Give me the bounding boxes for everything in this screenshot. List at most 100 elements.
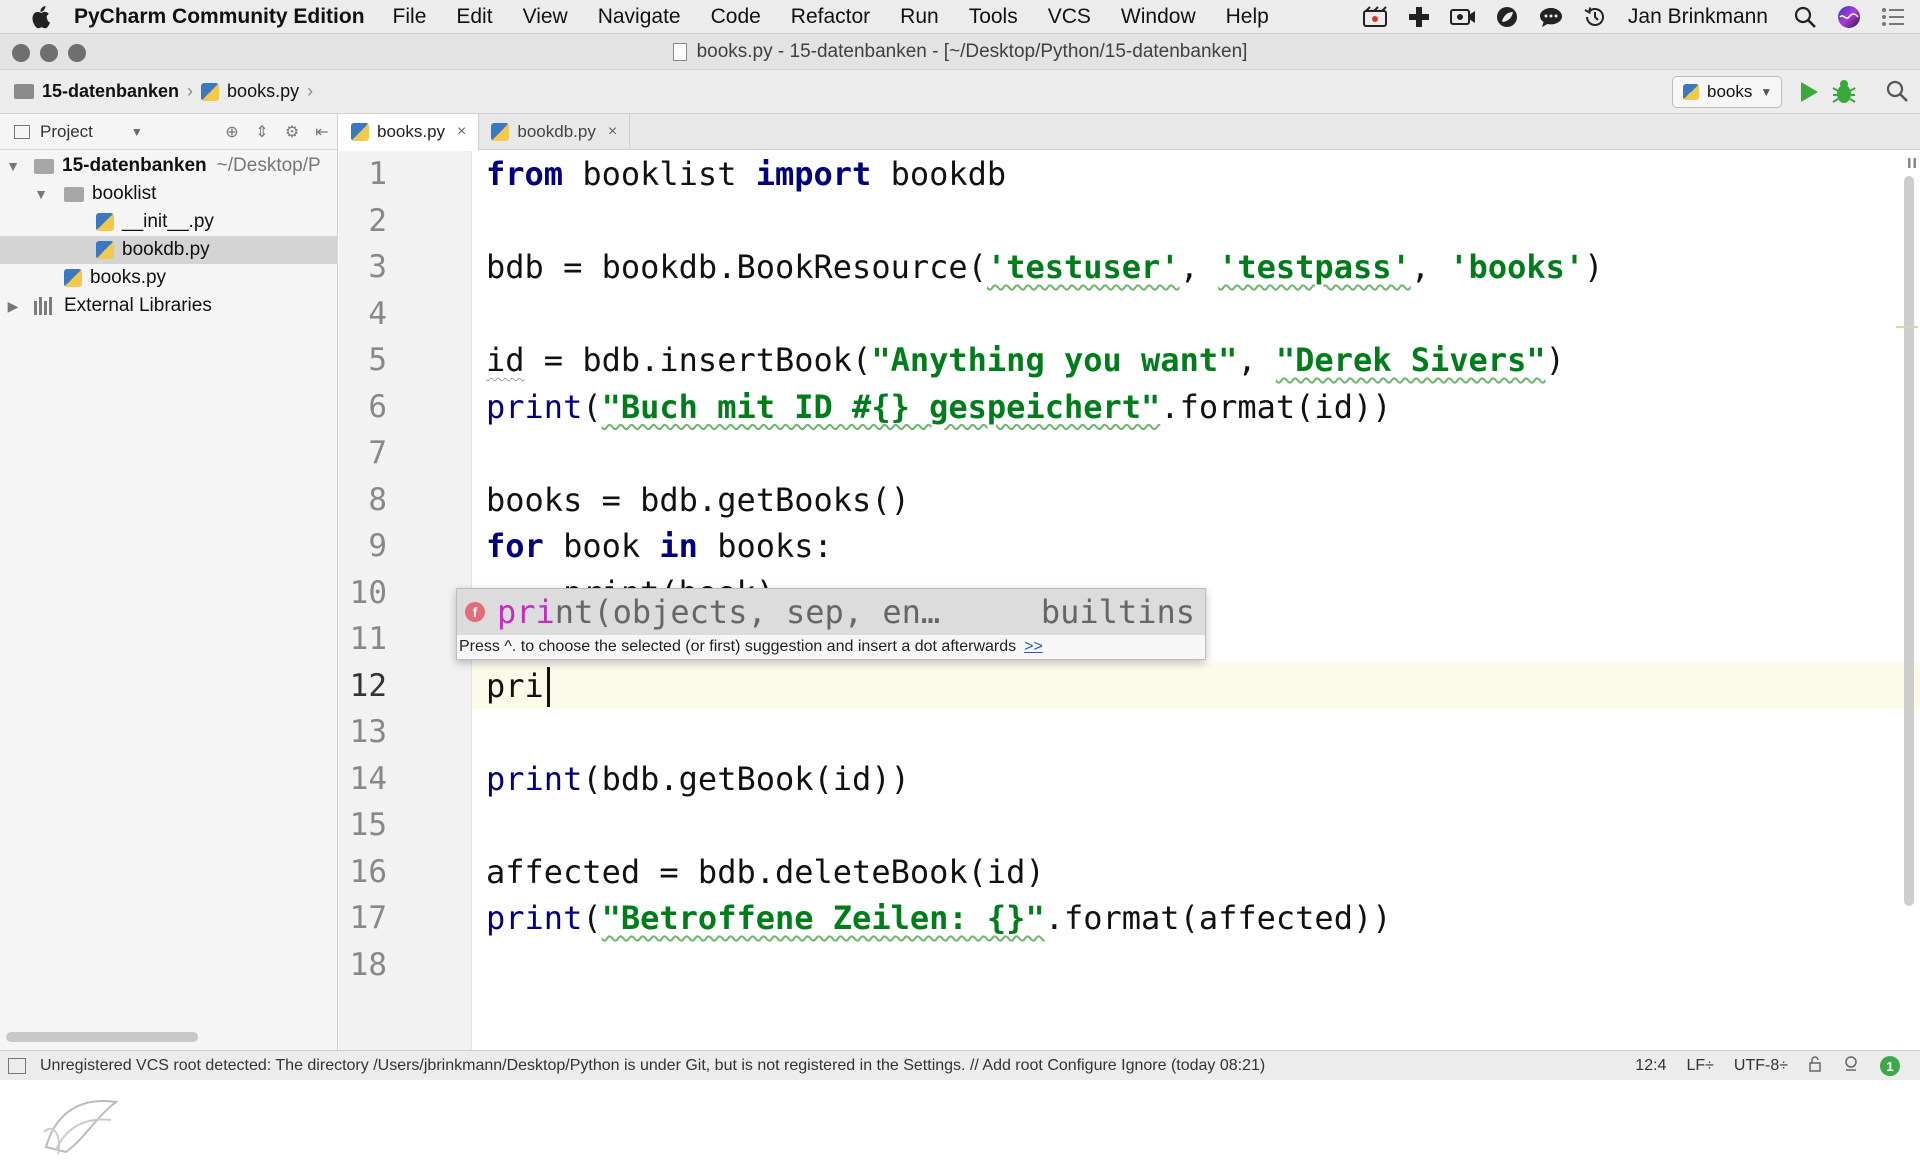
code-line-3: bdb = bookdb.BookResource('testuser', 't… bbox=[486, 244, 1603, 291]
collapsed-arrow-icon[interactable]: ▶ bbox=[4, 298, 22, 315]
expanded-arrow-icon[interactable]: ▼ bbox=[4, 158, 22, 174]
menu-run[interactable]: Run bbox=[900, 5, 939, 29]
completion-hint: Press ^. to choose the selected (or firs… bbox=[457, 635, 1205, 659]
python-file-icon bbox=[351, 123, 369, 141]
project-view-select[interactable]: Project bbox=[40, 122, 93, 142]
app-name-menu[interactable]: PyCharm Community Edition bbox=[74, 5, 365, 29]
menu-help[interactable]: Help bbox=[1226, 5, 1269, 29]
menu-tools[interactable]: Tools bbox=[969, 5, 1018, 29]
chevron-down-icon: ▼ bbox=[1760, 85, 1773, 99]
completion-match-text: pri bbox=[497, 593, 555, 631]
editor-vertical-scrollbar[interactable] bbox=[1904, 176, 1914, 906]
current-line-highlight bbox=[339, 663, 1920, 709]
code-line-17: print("Betroffene Zeilen: {}".format(aff… bbox=[486, 895, 1391, 942]
status-message[interactable]: Unregistered VCS root detected: The dire… bbox=[40, 1057, 1265, 1075]
gear-icon[interactable]: ⚙ bbox=[277, 122, 307, 142]
inspector-icon[interactable] bbox=[1842, 1055, 1860, 1078]
chevron-down-icon[interactable]: ▼ bbox=[131, 125, 143, 139]
encoding-selector[interactable]: UTF-8÷ bbox=[1734, 1057, 1788, 1075]
breadcrumb-project[interactable]: 15-datenbanken bbox=[42, 81, 179, 102]
pause-icon[interactable] bbox=[1906, 156, 1918, 168]
project-tool-window: Project ▼ ⊕ ⇕ ⚙ ⇤ ▼ 15-datenbanken ~/Des… bbox=[0, 114, 338, 1155]
debug-button[interactable] bbox=[1830, 78, 1858, 106]
line-number-current: 12 bbox=[349, 667, 387, 704]
code-text: ) bbox=[1545, 341, 1565, 379]
text-caret bbox=[547, 667, 550, 707]
menu-vcs[interactable]: VCS bbox=[1048, 5, 1091, 29]
macos-menu-bar: PyCharm Community Edition File Edit View… bbox=[0, 0, 1920, 34]
tree-item-books[interactable]: books.py bbox=[0, 264, 338, 292]
code-text: ) bbox=[1584, 248, 1604, 286]
video-camera-icon[interactable] bbox=[1446, 0, 1480, 34]
menu-window[interactable]: Window bbox=[1121, 5, 1196, 29]
code-line-6: print("Buch mit ID #{} gespeichert".form… bbox=[486, 384, 1391, 431]
run-configuration-select[interactable]: books ▼ bbox=[1672, 76, 1782, 108]
tool-windows-toggle-icon[interactable] bbox=[8, 1057, 26, 1074]
siri-icon[interactable] bbox=[1832, 0, 1866, 34]
spotlight-search-icon[interactable] bbox=[1788, 0, 1822, 34]
close-tab-icon[interactable]: × bbox=[608, 123, 617, 141]
completion-item[interactable]: f pri nt(objects, sep, en… builtins bbox=[457, 589, 1205, 635]
menu-file[interactable]: File bbox=[393, 5, 427, 29]
tab-bookdb-py[interactable]: bookdb.py × bbox=[479, 114, 631, 150]
project-horizontal-scrollbar[interactable] bbox=[6, 1032, 198, 1042]
apple-menu-icon[interactable] bbox=[24, 0, 56, 34]
lock-icon[interactable] bbox=[1808, 1055, 1822, 1077]
leaf-icon[interactable] bbox=[1490, 0, 1524, 34]
tree-item-label: booklist bbox=[92, 183, 157, 204]
run-button[interactable] bbox=[1796, 80, 1820, 104]
completion-more-link[interactable]: >> bbox=[1024, 638, 1043, 656]
code-text: books: bbox=[697, 527, 833, 565]
tree-item-external-libraries[interactable]: ▶ External Libraries bbox=[0, 292, 338, 320]
python-file-icon bbox=[491, 123, 510, 141]
tree-item-booklist[interactable]: ▼ booklist bbox=[0, 180, 338, 208]
tree-item-path: ~/Desktop/P bbox=[216, 155, 321, 176]
run-configuration-label: books bbox=[1707, 82, 1753, 101]
close-tab-icon[interactable]: × bbox=[457, 123, 466, 141]
code-text: , bbox=[1179, 248, 1219, 286]
notification-center-icon[interactable] bbox=[1876, 0, 1910, 34]
breadcrumb-file[interactable]: books.py bbox=[227, 81, 299, 102]
chat-bubble-icon[interactable] bbox=[1534, 0, 1568, 34]
code-text: booklist bbox=[563, 155, 756, 193]
tree-item-label: __init__.py bbox=[122, 211, 214, 232]
line-number: 1 bbox=[368, 156, 387, 192]
plus-cross-icon[interactable] bbox=[1402, 0, 1436, 34]
hide-panel-icon[interactable]: ⇤ bbox=[307, 122, 337, 142]
line-separator-selector[interactable]: LF÷ bbox=[1686, 1057, 1713, 1075]
caret-position[interactable]: 12:4 bbox=[1635, 1057, 1666, 1075]
string-literal: 'testuser' bbox=[986, 248, 1180, 286]
search-everywhere-icon[interactable] bbox=[1884, 78, 1912, 106]
code-line-12: pri bbox=[486, 666, 544, 705]
code-completion-popup: f pri nt(objects, sep, en… builtins Pres… bbox=[456, 588, 1206, 660]
menu-refactor[interactable]: Refactor bbox=[791, 5, 870, 29]
python-file-icon bbox=[1683, 84, 1699, 100]
line-number: 11 bbox=[349, 621, 387, 657]
scrollbar-marker[interactable] bbox=[1896, 326, 1918, 328]
user-name[interactable]: Jan Brinkmann bbox=[1628, 5, 1768, 29]
screen-recorder-icon[interactable] bbox=[1358, 0, 1392, 34]
code-text: .format(id)) bbox=[1160, 387, 1392, 426]
menu-navigate[interactable]: Navigate bbox=[598, 5, 681, 29]
tree-item-project-root[interactable]: ▼ 15-datenbanken ~/Desktop/P bbox=[0, 152, 338, 180]
menu-code[interactable]: Code bbox=[711, 5, 761, 29]
navigation-bar: 15-datenbanken › books.py › books ▼ bbox=[0, 70, 1920, 114]
code-text: bdb = bookdb.BookResource( bbox=[486, 248, 987, 286]
code-line-8: books = bdb.getBooks() bbox=[486, 480, 910, 519]
menu-edit[interactable]: Edit bbox=[456, 5, 492, 29]
time-machine-icon[interactable] bbox=[1578, 0, 1612, 34]
window-title-text: books.py - 15-datenbanken - [~/Desktop/P… bbox=[696, 41, 1248, 62]
project-header: Project ▼ ⊕ ⇕ ⚙ ⇤ bbox=[0, 114, 337, 150]
collapse-all-icon[interactable]: ⇕ bbox=[247, 122, 277, 142]
expanded-arrow-icon[interactable]: ▼ bbox=[32, 186, 50, 202]
tree-item-init[interactable]: __init__.py bbox=[0, 208, 338, 236]
menu-view[interactable]: View bbox=[523, 5, 568, 29]
tab-books-py[interactable]: books.py × bbox=[339, 114, 480, 150]
line-number: 5 bbox=[368, 342, 387, 378]
line-number: 15 bbox=[349, 807, 387, 843]
folder-icon bbox=[64, 186, 84, 202]
line-number: 8 bbox=[368, 481, 387, 518]
event-log-badge[interactable]: 1 bbox=[1880, 1056, 1900, 1076]
locate-file-icon[interactable]: ⊕ bbox=[217, 122, 247, 142]
tree-item-bookdb[interactable]: bookdb.py bbox=[0, 236, 338, 264]
